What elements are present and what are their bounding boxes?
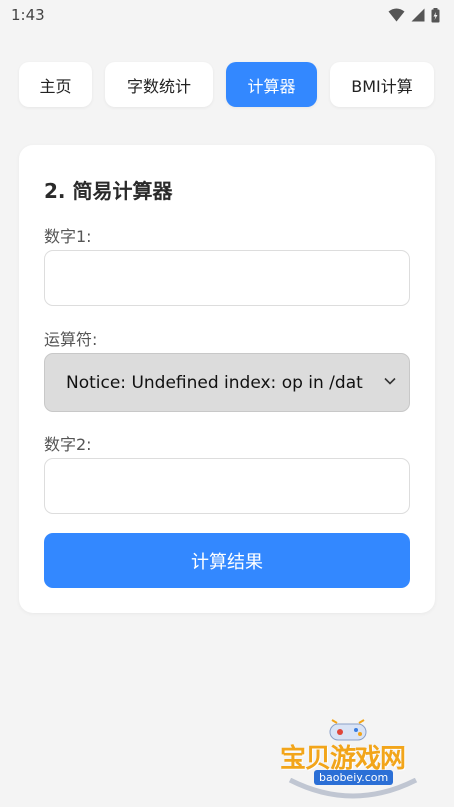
operator-select[interactable]: Notice: Undefined index: op in /dat xyxy=(44,353,410,412)
cellular-signal-icon xyxy=(411,8,425,22)
status-time: 1:43 xyxy=(11,6,45,24)
chevron-down-icon xyxy=(375,373,397,392)
tab-word-count[interactable]: 字数统计 xyxy=(105,62,213,107)
number2-input[interactable] xyxy=(44,458,410,514)
operator-selected-value: Notice: Undefined index: op in /dat xyxy=(66,372,363,393)
status-bar: 1:43 xyxy=(0,0,454,30)
number2-label: 数字2: xyxy=(44,435,92,454)
number1-label: 数字1: xyxy=(44,227,92,246)
battery-icon xyxy=(431,7,440,23)
watermark-url: baobeiy.com xyxy=(314,770,394,785)
calculator-card: 2. 简易计算器 数字1: 运算符: Notice: Undefined ind… xyxy=(19,145,435,613)
tab-bmi[interactable]: BMI计算 xyxy=(330,62,434,107)
tab-home[interactable]: 主页 xyxy=(19,62,92,107)
calculate-button[interactable]: 计算结果 xyxy=(44,533,410,588)
operator-label: 运算符: xyxy=(44,330,98,349)
wifi-icon xyxy=(388,8,405,22)
watermark-logo: 宝贝游戏网 baobeiy.com xyxy=(278,718,423,804)
tab-bar: 主页 字数统计 计算器 BMI计算 xyxy=(19,62,434,107)
calculator-title: 2. 简易计算器 xyxy=(44,179,173,203)
tab-calculator[interactable]: 计算器 xyxy=(226,62,317,107)
number1-input[interactable] xyxy=(44,250,410,306)
status-icons xyxy=(388,7,440,23)
